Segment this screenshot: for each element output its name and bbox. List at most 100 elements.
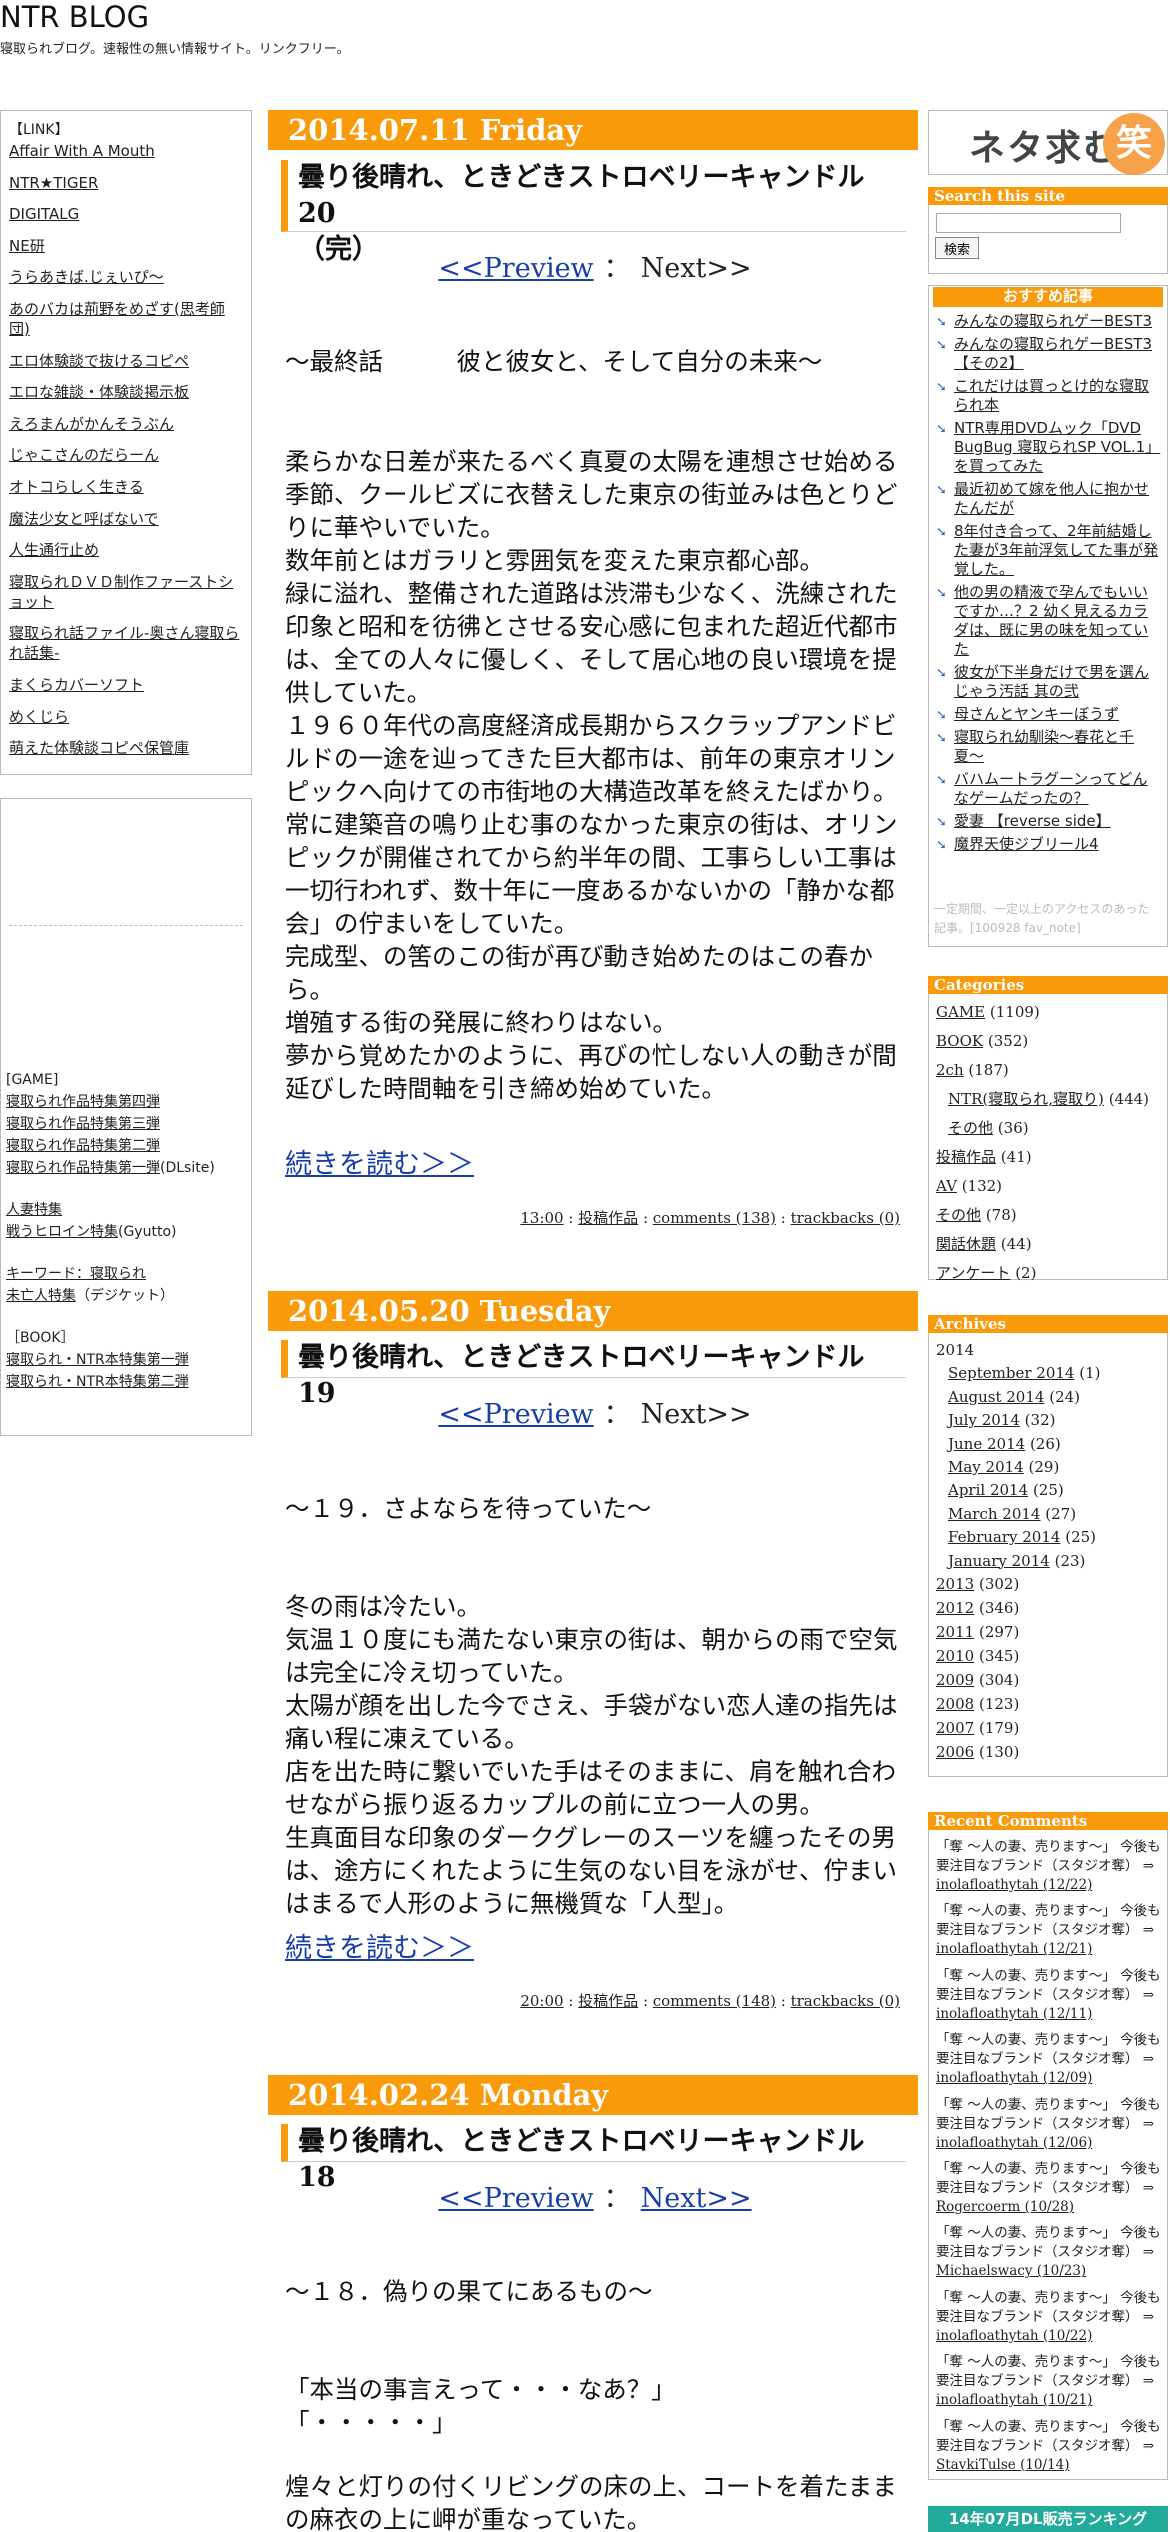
book-feature-2[interactable]: 寝取られ・NTR本特集第二弾 bbox=[6, 1374, 189, 1390]
archive-item[interactable]: August 2014 (24) bbox=[936, 1386, 1164, 1409]
archive-link[interactable]: 2006 bbox=[936, 1743, 974, 1761]
archive-item[interactable]: May 2014 (29) bbox=[936, 1456, 1164, 1479]
link-digitalg[interactable]: DIGITALG bbox=[9, 205, 79, 223]
category-link[interactable]: その他 bbox=[948, 1119, 993, 1137]
link-eromanga[interactable]: えろまんがかんそうぶん bbox=[9, 415, 174, 433]
category-item[interactable]: その他 (78) bbox=[936, 1201, 1164, 1230]
link-item[interactable]: めくじら bbox=[9, 707, 243, 727]
read-more-link[interactable]: 続きを読む＞＞ bbox=[285, 1142, 474, 1181]
recommended-link[interactable]: これだけは買っとけ的な寝取られ本 bbox=[954, 377, 1149, 414]
recommended-item[interactable]: ➘ バハムートラグーンってどんなゲームだったの？ bbox=[936, 770, 1161, 808]
link-item[interactable]: あのバカは荊野をめざす(思考師団) bbox=[9, 299, 243, 339]
category-item[interactable]: 投稿作品 (41) bbox=[936, 1143, 1164, 1172]
entry-category-link[interactable]: 投稿作品 bbox=[578, 1992, 638, 2010]
link-item[interactable]: 寝取られ話ファイル-奥さん寝取られ話集- bbox=[9, 623, 243, 663]
trackbacks-link[interactable]: trackbacks (0) bbox=[791, 1992, 900, 2010]
link-ne-ken[interactable]: NE研 bbox=[9, 237, 45, 255]
category-item[interactable]: GAME (1109) bbox=[936, 998, 1164, 1027]
category-link[interactable]: 投稿作品 bbox=[936, 1148, 996, 1166]
category-item[interactable]: 関話休題 (44) bbox=[936, 1230, 1164, 1259]
link-first-shot[interactable]: 寝取られＤＶＤ制作ファーストショット bbox=[9, 573, 233, 611]
recommended-link[interactable]: みんなの寝取られゲーBEST3 bbox=[954, 312, 1152, 330]
recommended-link[interactable]: バハムートラグーンってどんなゲームだったの？ bbox=[954, 770, 1148, 807]
archive-item[interactable]: 2008 (123) bbox=[936, 1693, 1164, 1717]
link-affair[interactable]: Affair With A Mouth bbox=[9, 142, 155, 160]
archive-item[interactable]: 2006 (130) bbox=[936, 1741, 1164, 1765]
archive-item[interactable]: 2010 (345) bbox=[936, 1645, 1164, 1669]
link-makura-cover[interactable]: まくらカバーソフト bbox=[9, 676, 144, 694]
link-item[interactable]: Affair With A Mouth bbox=[9, 141, 243, 161]
link-jyako[interactable]: じゃこさんのだらーん bbox=[9, 446, 159, 464]
link-anobaka[interactable]: あのバカは荊野をめざす(思考師団) bbox=[9, 300, 225, 338]
keyword-link[interactable]: キーワード：寝取られ bbox=[6, 1266, 146, 1282]
link-item[interactable]: オトコらしく生きる bbox=[9, 477, 243, 497]
archive-link[interactable]: 2011 bbox=[936, 1623, 974, 1641]
link-item[interactable]: DIGITALG bbox=[9, 204, 243, 224]
archive-item[interactable]: 2009 (304) bbox=[936, 1669, 1164, 1693]
link-item[interactable]: エロ体験談で抜けるコピペ bbox=[9, 351, 243, 371]
recommended-link[interactable]: 愛妻 【reverse side】 bbox=[954, 812, 1111, 830]
category-link[interactable]: 関話休題 bbox=[936, 1235, 996, 1253]
archive-item[interactable]: February 2014 (25) bbox=[936, 1526, 1164, 1549]
archive-item[interactable]: 2007 (179) bbox=[936, 1717, 1164, 1741]
widow-feature[interactable]: 未亡人特集 bbox=[6, 1288, 76, 1304]
category-link[interactable]: アンケート bbox=[936, 1264, 1010, 1282]
comment-author-link[interactable]: inolafloathytah (10/22) bbox=[936, 2328, 1092, 2344]
link-ero-copipe[interactable]: エロ体験談で抜けるコピペ bbox=[9, 352, 189, 370]
link-item[interactable]: えろまんがかんそうぶん bbox=[9, 414, 243, 434]
archive-link[interactable]: June 2014 bbox=[948, 1435, 1025, 1453]
recommended-link[interactable]: 最近初めて嫁を他人に抱かせたんだが bbox=[954, 480, 1149, 517]
category-item[interactable]: 2ch (187) bbox=[936, 1056, 1164, 1085]
link-item[interactable]: じゃこさんのだらーん bbox=[9, 445, 243, 465]
category-item[interactable]: NTR(寝取られ,寝取り) (444) bbox=[936, 1085, 1164, 1114]
archive-link[interactable]: 2013 bbox=[936, 1575, 974, 1593]
comment-author-link[interactable]: inolafloathytah (12/21) bbox=[936, 1941, 1092, 1957]
archive-item[interactable]: 2012 (346) bbox=[936, 1597, 1164, 1621]
recommended-link[interactable]: 8年付き合って、2年前結婚した妻が3年前浮気してた事が発覚した。 bbox=[954, 522, 1158, 578]
archive-item[interactable]: April 2014 (25) bbox=[936, 1479, 1164, 1502]
recommended-item[interactable]: ➘ みんなの寝取られゲーBEST3【その2】 bbox=[936, 335, 1161, 373]
archive-link[interactable]: 2012 bbox=[936, 1599, 974, 1617]
site-title[interactable]: NTR BLOG bbox=[0, 0, 149, 34]
link-mekujira[interactable]: めくじら bbox=[9, 708, 69, 726]
comment-author-link[interactable]: inolafloathytah (12/22) bbox=[936, 1877, 1092, 1893]
category-item[interactable]: その他 (36) bbox=[936, 1114, 1164, 1143]
recommended-item[interactable]: ➘ 他の男の精液で孕んでもいいですか…？2 幼く見えるカラダは、既に男の味を知って… bbox=[936, 583, 1161, 659]
link-mahou-shoujo[interactable]: 魔法少女と呼ばないで bbox=[9, 510, 159, 528]
link-otokorashiku[interactable]: オトコらしく生きる bbox=[9, 478, 144, 496]
archive-link[interactable]: May 2014 bbox=[948, 1458, 1024, 1476]
heroine-feature[interactable]: 戦うヒロイン特集 bbox=[6, 1224, 118, 1240]
recommended-item[interactable]: ➘ みんなの寝取られゲーBEST3 bbox=[936, 312, 1161, 331]
recommended-link[interactable]: 寝取られ幼馴染〜春花と千夏〜 bbox=[954, 728, 1134, 765]
preview-link[interactable]: <<Preview bbox=[438, 2183, 593, 2214]
archive-item[interactable]: 2011 (297) bbox=[936, 1621, 1164, 1645]
search-input[interactable] bbox=[936, 213, 1121, 233]
link-item[interactable]: 人生通行止め bbox=[9, 540, 243, 560]
recommended-item[interactable]: ➘ 寝取られ幼馴染〜春花と千夏〜 bbox=[936, 728, 1161, 766]
link-item[interactable]: 萌えた体験談コピペ保管庫 bbox=[9, 738, 243, 758]
recommended-item[interactable]: ➘ 最近初めて嫁を他人に抱かせたんだが bbox=[936, 480, 1161, 518]
entry-title-line[interactable]: 曇り後晴れ、ときどきストロベリーキャンドル 20 bbox=[298, 160, 906, 232]
comment-author-link[interactable]: Michaelswacy (10/23) bbox=[936, 2263, 1086, 2279]
game-feature-3[interactable]: 寝取られ作品特集第三弾 bbox=[6, 1116, 160, 1132]
link-item[interactable]: NTR★TIGER bbox=[9, 173, 243, 193]
archive-link[interactable]: 2010 bbox=[936, 1647, 974, 1665]
recommended-item[interactable]: ➘ これだけは買っとけ的な寝取られ本 bbox=[936, 377, 1161, 415]
comment-author-link[interactable]: StavkiTulse (10/14) bbox=[936, 2457, 1070, 2473]
game-feature-1[interactable]: 寝取られ作品特集第一弾 bbox=[6, 1160, 160, 1176]
archive-link[interactable]: January 2014 bbox=[948, 1552, 1050, 1570]
next-link[interactable]: Next>> bbox=[641, 2183, 752, 2214]
recommended-link[interactable]: 他の男の精液で孕んでもいいですか…？2 幼く見えるカラダは、既に男の味を知ってい… bbox=[954, 583, 1148, 658]
archive-link[interactable]: April 2014 bbox=[948, 1481, 1028, 1499]
wife-feature[interactable]: 人妻特集 bbox=[6, 1202, 62, 1218]
archive-link[interactable]: July 2014 bbox=[948, 1411, 1020, 1429]
recommended-link[interactable]: 魔界天使ジブリール4 bbox=[954, 835, 1099, 853]
category-item[interactable]: AV (132) bbox=[936, 1172, 1164, 1201]
link-item[interactable]: 寝取られＤＶＤ制作ファーストショット bbox=[9, 572, 243, 612]
link-netorare-file[interactable]: 寝取られ話ファイル-奥さん寝取られ話集- bbox=[9, 624, 239, 662]
archive-item[interactable]: 2013 (302) bbox=[936, 1573, 1164, 1597]
comment-author-link[interactable]: inolafloathytah (12/06) bbox=[936, 2135, 1092, 2151]
archive-link[interactable]: September 2014 bbox=[948, 1364, 1074, 1382]
link-item[interactable]: うらあきば.じぇいぴ〜 bbox=[9, 267, 243, 287]
category-link[interactable]: NTR(寝取られ,寝取り) bbox=[948, 1090, 1104, 1108]
